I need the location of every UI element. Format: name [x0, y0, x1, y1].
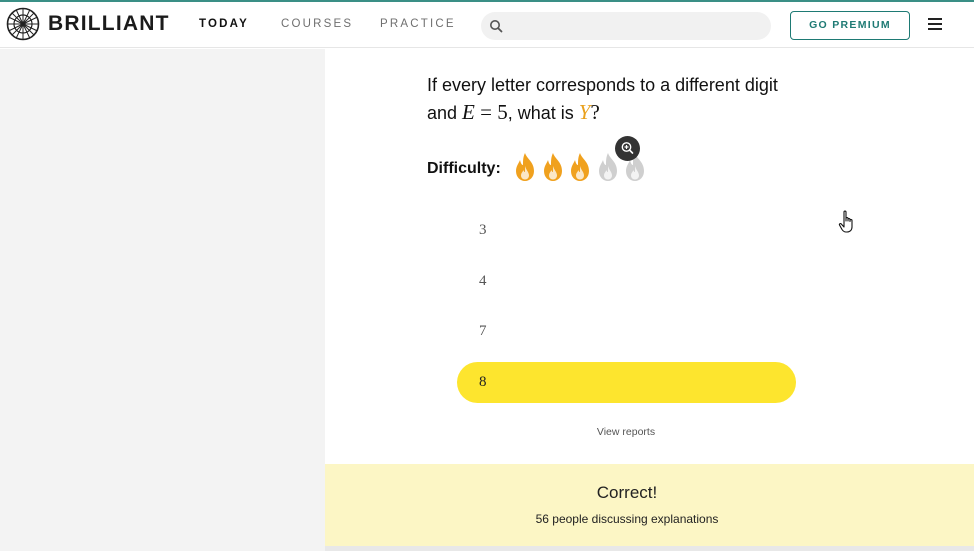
left-side-panel — [0, 49, 325, 551]
question-line-1: If every letter corresponds to a differe… — [427, 75, 778, 95]
math-variable-e: E — [462, 100, 475, 124]
math-variable-y: Y — [578, 100, 591, 124]
math-number: 5 — [497, 100, 508, 124]
zoom-button[interactable] — [615, 136, 640, 161]
view-reports-link[interactable]: View reports — [540, 426, 712, 438]
answer-option-1[interactable]: 3 — [457, 210, 796, 251]
difficulty-label: Difficulty: — [427, 160, 501, 177]
answer-option-2[interactable]: 4 — [457, 261, 796, 302]
search-icon — [490, 20, 503, 33]
correct-result-banner: Correct! 56 people discussing explanatio… — [325, 464, 974, 546]
hand-pointer-cursor-icon — [838, 210, 853, 233]
nav-practice[interactable]: PRACTICE — [380, 18, 456, 30]
question-line-2: and E = 5, what is Y? — [427, 100, 600, 124]
flame-filled-icon — [571, 153, 589, 181]
zoom-in-icon — [621, 142, 634, 154]
hamburger-menu-icon[interactable] — [928, 18, 942, 30]
result-title: Correct! — [596, 483, 658, 502]
flame-filled-icon — [516, 153, 534, 181]
bottom-divider — [325, 546, 974, 551]
answer-option-4-selected[interactable]: 8 — [457, 362, 796, 403]
discussion-link[interactable]: 56 people discussing explanations — [325, 512, 929, 526]
brilliant-logo-icon[interactable] — [6, 7, 40, 41]
nav-courses[interactable]: COURSES — [281, 18, 353, 30]
top-navigation-bar: BRILLIANT TODAY COURSES PRACTICE GO PREM… — [0, 2, 974, 48]
brand-name[interactable]: BRILLIANT — [48, 12, 170, 36]
go-premium-button[interactable]: GO PREMIUM — [790, 11, 910, 40]
answer-option-3[interactable]: 7 — [457, 311, 796, 352]
flame-filled-icon — [543, 153, 562, 181]
question-text: If every letter corresponds to a differe… — [427, 72, 827, 127]
nav-today[interactable]: TODAY — [199, 18, 249, 30]
search-input[interactable] — [481, 12, 771, 40]
